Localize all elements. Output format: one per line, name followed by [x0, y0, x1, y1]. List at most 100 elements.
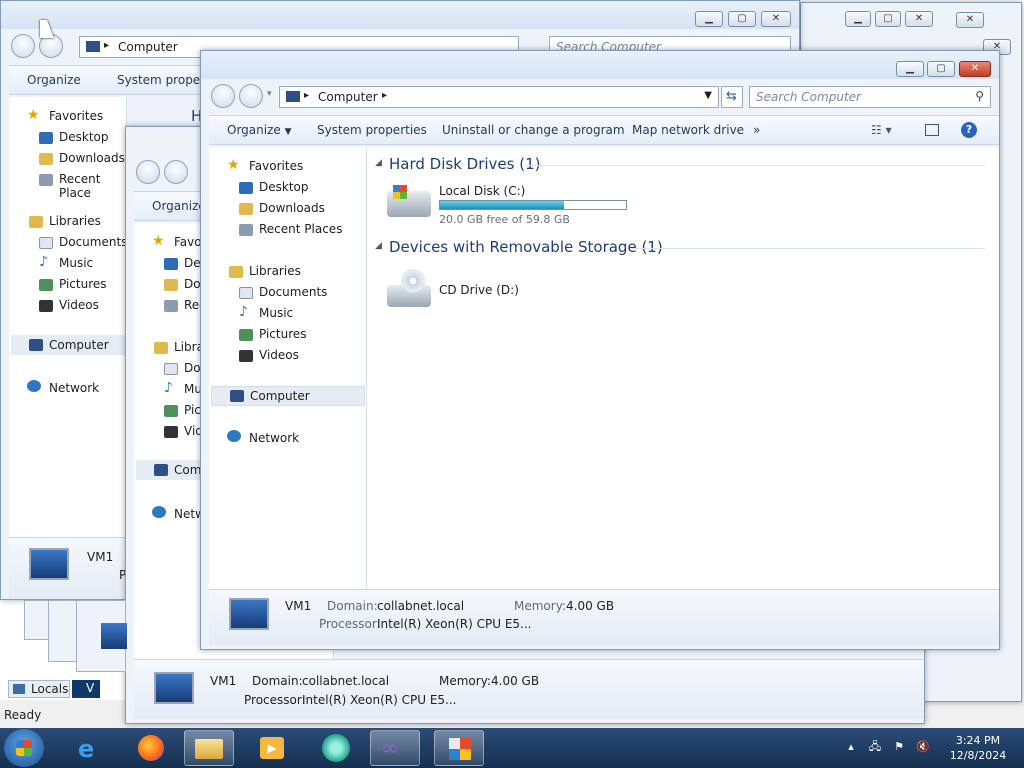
- desktop-icon: [164, 258, 178, 270]
- downloads-icon: [39, 153, 53, 165]
- computer-icon: [286, 91, 300, 102]
- organize-menu[interactable]: Organize: [27, 73, 81, 87]
- breadcrumb-arrow-icon: ▸: [382, 90, 388, 101]
- network-icon: [227, 430, 241, 442]
- taskbar-clock[interactable]: 3:24 PM 12/8/2024: [948, 733, 1008, 763]
- nav-favorites[interactable]: Favorites: [249, 159, 303, 173]
- nav-documents[interactable]: Do: [184, 361, 201, 375]
- map-network-drive-button[interactable]: Map network drive: [632, 123, 744, 137]
- taskbar-file-explorer[interactable]: [184, 730, 234, 766]
- minimize-button[interactable]: ▁: [896, 61, 924, 77]
- drive-c-item[interactable]: Local Disk (C:) 20.0 GB free of 59.8 GB: [383, 181, 633, 229]
- explorer-window-front[interactable]: ▁ ▢ ✕ ▾ ▸ Computer ▸ ▼ ⇆ Search Computer…: [200, 50, 1000, 650]
- section-removable-storage[interactable]: Devices with Removable Storage (1): [389, 238, 663, 256]
- nav-favorites[interactable]: Favorites: [49, 109, 103, 123]
- maximize-button[interactable]: ▢: [927, 61, 955, 77]
- organize-menu[interactable]: Organize: [152, 199, 206, 213]
- navigation-pane: ★ Favorites Desktop Downloads Recent Pla…: [209, 147, 367, 589]
- search-input[interactable]: Search Computer ⚲: [749, 86, 991, 108]
- nav-computer-row[interactable]: Computer: [11, 335, 125, 355]
- section-hard-disk-drives[interactable]: Hard Disk Drives (1): [389, 155, 540, 173]
- nav-favorites[interactable]: Favo: [174, 235, 202, 249]
- uninstall-program-button[interactable]: Uninstall or change a program: [442, 123, 625, 137]
- nav-desktop[interactable]: Desktop: [59, 130, 109, 144]
- forward-button[interactable]: [164, 160, 188, 184]
- music-icon: ♪: [239, 304, 248, 320]
- computer-large-icon: [29, 548, 69, 580]
- nav-network[interactable]: Network: [249, 431, 299, 445]
- forward-button[interactable]: [239, 84, 263, 108]
- system-properties-button[interactable]: System properties: [317, 123, 427, 137]
- start-button[interactable]: [4, 729, 44, 767]
- taskbar-app-green[interactable]: [312, 730, 362, 766]
- details-processor-value: Intel(R) Xeon(R) CPU E5...: [377, 617, 532, 631]
- network-tray-icon[interactable]: 🖧: [868, 740, 882, 754]
- minimize-button[interactable]: ▁: [845, 11, 871, 27]
- desktop-icon: [239, 182, 253, 194]
- nav-recent[interactable]: Recent Place: [59, 172, 126, 200]
- nav-pictures[interactable]: Pictures: [59, 277, 107, 291]
- nav-downloads[interactable]: Downloads: [259, 201, 325, 215]
- details-pane: VM1 Domain: collabnet.local Memory: 4.00…: [209, 589, 999, 645]
- close-button[interactable]: ✕: [761, 11, 791, 27]
- section-divider: [632, 248, 985, 249]
- more-commands-button[interactable]: »: [753, 123, 760, 137]
- nav-computer-row[interactable]: Com: [136, 460, 202, 480]
- breadcrumb-arrow-icon: ▸: [104, 40, 110, 51]
- nav-libraries[interactable]: Libraries: [49, 214, 101, 228]
- preview-pane-icon[interactable]: [925, 124, 939, 136]
- close-button[interactable]: ✕: [905, 11, 933, 27]
- nav-network[interactable]: Network: [49, 381, 99, 395]
- drive-d-item[interactable]: CD Drive (D:): [383, 265, 563, 315]
- taskbar-firefox[interactable]: [126, 730, 176, 766]
- refresh-button[interactable]: ⇆: [721, 86, 743, 108]
- clock-time: 3:24 PM: [955, 734, 1001, 747]
- nav-computer-row[interactable]: Computer: [211, 386, 365, 406]
- back-button[interactable]: [211, 84, 235, 108]
- background-app-tab-locals[interactable]: Locals: [8, 680, 70, 698]
- maximize-button[interactable]: ▢: [728, 11, 756, 27]
- nav-videos[interactable]: Videos: [59, 298, 99, 312]
- volume-muted-icon[interactable]: 🔇: [916, 740, 930, 754]
- taskbar-server-manager[interactable]: [434, 730, 484, 766]
- minimize-button[interactable]: ▁: [695, 11, 723, 27]
- nav-downloads[interactable]: Downloads: [59, 151, 125, 165]
- nav-music[interactable]: Music: [259, 306, 293, 320]
- mouse-cursor-icon: [40, 20, 54, 38]
- address-bar[interactable]: ▸ Computer ▸ ▼: [279, 86, 719, 108]
- nav-music[interactable]: Music: [59, 256, 93, 270]
- nav-pictures[interactable]: Pictures: [259, 327, 307, 341]
- nav-desktop[interactable]: Desktop: [259, 180, 309, 194]
- nav-recent[interactable]: Recent Places: [259, 222, 342, 236]
- details-memory-value: 4.00 GB: [566, 599, 615, 613]
- close-button[interactable]: ✕: [956, 12, 984, 28]
- collapse-arrow-icon[interactable]: ◢: [375, 158, 382, 168]
- taskbar-internet-explorer[interactable]: e: [66, 730, 116, 766]
- back-button[interactable]: [136, 160, 160, 184]
- address-text: Computer: [318, 90, 378, 104]
- close-button[interactable]: ✕: [959, 61, 991, 77]
- tab-v-label: V: [86, 681, 95, 695]
- show-hidden-icons-icon[interactable]: ▴: [844, 740, 858, 754]
- nav-documents[interactable]: Documents: [59, 235, 127, 249]
- nav-documents[interactable]: Documents: [259, 285, 327, 299]
- nav-videos[interactable]: Videos: [259, 348, 299, 362]
- help-icon[interactable]: ?: [961, 122, 977, 138]
- details-processor-value: Intel(R) Xeon(R) CPU E5...: [302, 693, 457, 707]
- organize-menu[interactable]: Organize ▼: [227, 123, 292, 137]
- background-app-tab-v[interactable]: V: [72, 680, 100, 698]
- details-pane: VM1 Domain: collabnet.local Memory: 4.00…: [134, 659, 924, 719]
- nav-pictures[interactable]: Pic: [184, 403, 201, 417]
- taskbar-visual-studio[interactable]: ∞: [370, 730, 420, 766]
- taskbar-media-player[interactable]: ▶: [248, 730, 298, 766]
- system-properties-button[interactable]: System properti: [117, 73, 213, 87]
- view-options-icon[interactable]: ☷ ▾: [871, 123, 892, 137]
- maximize-button[interactable]: ▢: [875, 11, 901, 27]
- collapse-arrow-icon[interactable]: ◢: [375, 241, 382, 251]
- nav-libraries[interactable]: Libraries: [249, 264, 301, 278]
- server-manager-icon: [449, 738, 471, 760]
- address-dropdown-icon[interactable]: ▼: [704, 90, 712, 101]
- back-button[interactable]: [11, 34, 35, 58]
- libraries-icon: [229, 266, 243, 278]
- action-center-flag-icon[interactable]: ⚑: [892, 740, 906, 754]
